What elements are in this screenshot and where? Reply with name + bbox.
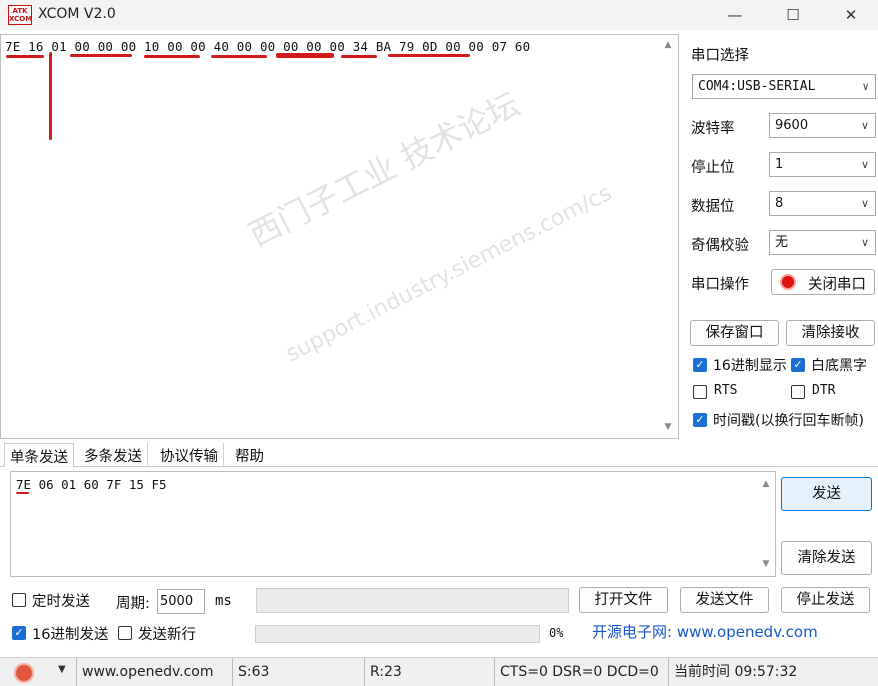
send-file-button[interactable]: 发送文件	[680, 587, 769, 613]
dtr-label: DTR	[812, 383, 836, 398]
clear-receive-button[interactable]: 清除接收	[786, 320, 875, 346]
send-textarea[interactable]: 7E 06 01 60 7F 15 F5 ▲ ▼	[10, 471, 776, 577]
baud-label: 波特率	[691, 121, 735, 137]
annotation-underline	[276, 53, 334, 58]
send-text: 7E 06 01 60 7F 15 F5	[16, 477, 167, 492]
receive-scrollbar[interactable]: ▲ ▼	[659, 35, 678, 438]
annotation-underline	[70, 54, 132, 57]
hex-display-label: 16进制显示	[713, 358, 787, 374]
maximize-button[interactable]: ☐	[764, 0, 822, 30]
scroll-down-icon[interactable]: ▼	[758, 556, 774, 572]
send-button[interactable]: 发送	[781, 477, 872, 511]
annotation-underline	[16, 492, 29, 494]
baud-value: 9600	[775, 118, 809, 133]
dropdown-arrow-icon[interactable]: ▼	[58, 664, 66, 675]
annotation-underline	[341, 55, 377, 58]
scroll-down-icon[interactable]: ▼	[660, 419, 676, 435]
white-bg-checkbox[interactable]: ✓	[791, 358, 805, 372]
chevron-down-icon: ∨	[860, 158, 869, 171]
port-operation-label: 串口操作	[691, 277, 749, 293]
port-select-value: COM4:USB-SERIAL	[698, 79, 816, 94]
tab-help[interactable]: 帮助	[230, 443, 269, 467]
minimize-button[interactable]: —	[706, 0, 764, 30]
timestamp-label: 时间戳(以换行回车断帧)	[713, 413, 864, 429]
status-bar: ▼ www.openedv.com S:63 R:23 CTS=0 DSR=0 …	[0, 657, 878, 686]
hex-send-checkbox[interactable]: ✓	[12, 626, 26, 640]
chevron-down-icon: ∨	[860, 119, 869, 132]
data-bits-select[interactable]: 8 ∨	[769, 191, 876, 216]
timed-send-checkbox[interactable]	[12, 593, 26, 607]
white-bg-label: 白底黑字	[811, 358, 867, 374]
chevron-down-icon: ∨	[860, 197, 869, 210]
stop-bits-select[interactable]: 1 ∨	[769, 152, 876, 177]
openedv-banner-link[interactable]: 开源电子网: www.openedv.com	[578, 618, 874, 646]
timestamp-checkbox[interactable]: ✓	[693, 413, 707, 427]
rts-checkbox[interactable]	[693, 385, 707, 399]
stop-send-button[interactable]: 停止发送	[781, 587, 870, 613]
baud-select[interactable]: 9600 ∨	[769, 113, 876, 138]
period-unit: ms	[215, 593, 232, 609]
send-progress-percent: 0%	[549, 626, 564, 640]
send-scrollbar[interactable]: ▲ ▼	[758, 472, 775, 576]
hex-send-label: 16进制发送	[32, 627, 109, 643]
tab-single-send[interactable]: 单条发送	[4, 443, 74, 467]
status-sent-count: S:63	[232, 658, 362, 686]
period-input[interactable]: 5000	[157, 589, 205, 614]
app-logo-icon: ATK XCOM	[8, 5, 33, 25]
clear-send-button[interactable]: 清除发送	[781, 541, 872, 575]
close-port-button[interactable]: 关闭串口	[771, 269, 875, 295]
window-title: XCOM V2.0	[38, 6, 116, 22]
file-progress-bar	[256, 588, 569, 613]
status-line-states: CTS=0 DSR=0 DCD=0	[494, 658, 664, 686]
chevron-down-icon: ∨	[862, 80, 869, 93]
chevron-down-icon: ∨	[860, 236, 869, 249]
status-led-icon	[780, 274, 796, 290]
scroll-up-icon[interactable]: ▲	[758, 476, 774, 492]
receive-text: 7E 16 01 00 00 00 10 00 00 40 00 00 00 0…	[5, 39, 531, 54]
send-progress-bar	[255, 625, 540, 643]
send-newline-label: 发送新行	[138, 627, 196, 643]
close-port-label: 关闭串口	[808, 277, 866, 293]
annotation-underline	[388, 54, 470, 57]
tab-multi-send[interactable]: 多条发送	[79, 443, 148, 467]
status-url[interactable]: www.openedv.com	[76, 658, 228, 686]
receive-textarea[interactable]: 7E 16 01 00 00 00 10 00 00 40 00 00 00 0…	[0, 34, 679, 439]
close-button[interactable]: ✕	[822, 0, 878, 30]
status-current-time: 当前时间 09:57:32	[668, 658, 878, 686]
annotation-underline	[144, 55, 200, 58]
hex-display-checkbox[interactable]: ✓	[693, 358, 707, 372]
data-bits-label: 数据位	[691, 199, 735, 215]
rts-label: RTS	[714, 383, 738, 398]
parity-select[interactable]: 无 ∨	[769, 230, 876, 255]
port-select[interactable]: COM4:USB-SERIAL ∨	[692, 74, 876, 99]
port-select-label: 串口选择	[691, 48, 749, 64]
save-window-button[interactable]: 保存窗口	[690, 320, 779, 346]
stop-bits-label: 停止位	[691, 160, 735, 176]
scroll-up-icon[interactable]: ▲	[660, 37, 676, 53]
send-newline-checkbox[interactable]	[118, 626, 132, 640]
period-label: 周期:	[116, 596, 150, 612]
annotation-underline	[6, 55, 44, 58]
data-bits-value: 8	[775, 196, 784, 211]
settings-icon[interactable]	[14, 663, 34, 683]
annotation-vertical-line	[49, 52, 52, 140]
open-file-button[interactable]: 打开文件	[579, 587, 668, 613]
parity-label: 奇偶校验	[691, 238, 749, 254]
annotation-underline	[211, 55, 267, 58]
status-received-count: R:23	[364, 658, 494, 686]
tab-protocol[interactable]: 协议传输	[155, 443, 224, 467]
stop-bits-value: 1	[775, 157, 784, 172]
parity-value: 无	[775, 235, 789, 250]
dtr-checkbox[interactable]	[791, 385, 805, 399]
timed-send-label: 定时发送	[32, 594, 90, 610]
